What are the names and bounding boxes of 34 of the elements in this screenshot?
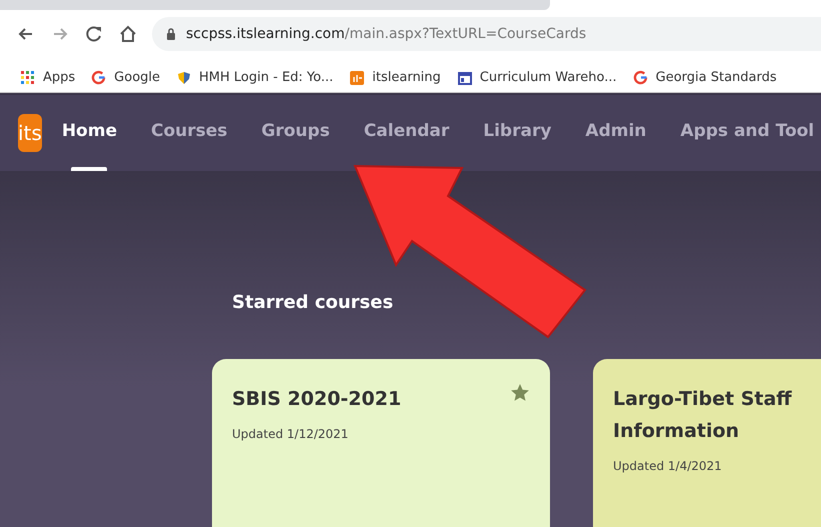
course-card[interactable]: SBIS 2020-2021 Updated 1/12/2021 [212, 359, 550, 527]
reload-icon[interactable] [84, 24, 104, 44]
its-logo-icon [349, 70, 364, 84]
bookmark[interactable]: Apps [20, 70, 76, 84]
address-bar[interactable]: sccpss.itslearning.com/main.aspx?TextURL=CourseCards [152, 17, 821, 51]
shield-icon [176, 70, 192, 84]
course-card[interactable]: Largo-Tibet Staff Information Updated 1/4/2021 [593, 359, 821, 527]
apps-grid-icon [20, 70, 35, 84]
updated-date: Updated 1/4/2021 [613, 459, 723, 473]
bookmark[interactable]: Curriculum Wareho... [456, 70, 617, 84]
bookmark[interactable]: HMH Login - Ed: Yo... [176, 70, 334, 84]
bookmark[interactable]: Google [91, 70, 160, 84]
bookmark[interactable]: Georgia Standards [632, 70, 777, 84]
url-host: sccpss.itslearning.com [186, 26, 345, 42]
url-path: /main.aspx?TextURL=CourseCards [344, 26, 586, 42]
course-title: SBIS 2020-2021 [232, 387, 402, 412]
nav-tab[interactable]: Groups [261, 120, 330, 142]
nav-tab[interactable]: Home [62, 120, 117, 142]
course-title: Largo-Tibet Staff Information [613, 387, 793, 444]
nav-tab[interactable]: Courses [150, 120, 228, 142]
active-tab-indicator [71, 167, 108, 171]
nav-tab[interactable]: Calendar [364, 120, 450, 142]
home-icon[interactable] [118, 24, 138, 44]
star-icon[interactable] [510, 383, 530, 402]
nav-tab[interactable]: Admin [585, 120, 646, 142]
calendar-icon [456, 70, 472, 84]
nav-tab[interactable]: Apps and Tool [680, 120, 814, 142]
updated-date: Updated 1/12/2021 [232, 427, 350, 441]
nav-tab[interactable]: Library [483, 120, 552, 142]
section-title: Starred courses [232, 292, 394, 313]
lock-icon [166, 28, 176, 40]
bookmark[interactable]: itslearning [349, 70, 441, 84]
g-letter-icon [632, 70, 648, 84]
g-letter-icon [91, 70, 106, 84]
